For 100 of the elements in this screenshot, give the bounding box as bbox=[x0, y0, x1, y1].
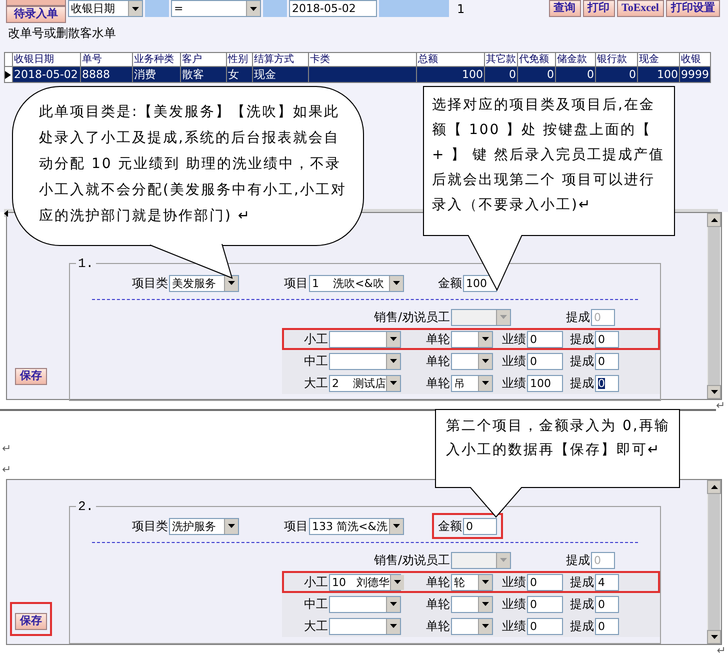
empty-field[interactable] bbox=[379, 0, 449, 17]
caret-icon bbox=[500, 558, 507, 562]
dropdown[interactable] bbox=[329, 596, 401, 612]
dropdown[interactable] bbox=[451, 352, 493, 370]
table-cell: 8888 bbox=[80, 66, 132, 82]
column-header[interactable]: 客户 bbox=[180, 52, 226, 66]
field-label: 提成 bbox=[565, 552, 591, 569]
column-header[interactable]: 银行款 bbox=[596, 52, 638, 66]
input-field[interactable]: 0 bbox=[595, 618, 619, 634]
dropdown[interactable] bbox=[451, 552, 511, 568]
dropdown[interactable]: 2 测试店 bbox=[329, 374, 401, 392]
empty-field[interactable] bbox=[145, 0, 169, 17]
dropdown[interactable]: 收银日期 bbox=[68, 0, 143, 17]
field-label: 中工 bbox=[303, 596, 329, 613]
input-field[interactable]: 0 bbox=[595, 374, 619, 392]
dropdown[interactable] bbox=[451, 330, 493, 348]
field-label: 销售/劝说员工 bbox=[372, 309, 451, 326]
column-header[interactable]: 性别 bbox=[226, 52, 252, 66]
toolbar-button[interactable]: 待录入单 bbox=[6, 6, 66, 23]
dropdown[interactable] bbox=[451, 596, 493, 612]
table-cell: 100 bbox=[638, 66, 680, 82]
toolbar-button[interactable]: 打印设置 bbox=[666, 0, 720, 17]
dropdown[interactable] bbox=[329, 330, 401, 348]
field-label: 业绩 bbox=[501, 574, 527, 591]
toolbar-button[interactable]: 保存 bbox=[15, 613, 47, 630]
field-label: 业绩 bbox=[501, 353, 527, 370]
dropdown[interactable]: 洗护服务 bbox=[169, 518, 239, 534]
input-field[interactable]: 0 bbox=[595, 352, 619, 370]
column-header[interactable]: 其它款 bbox=[484, 52, 518, 66]
input-field[interactable]: 0 bbox=[595, 330, 619, 348]
toolbar-button[interactable] bbox=[6, 0, 66, 6]
column-header[interactable]: 代免额 bbox=[518, 52, 556, 66]
column-header[interactable]: 业务种类 bbox=[132, 52, 180, 66]
input-field[interactable]: 4 bbox=[595, 574, 619, 590]
column-header[interactable]: 结算方式 bbox=[252, 52, 308, 66]
dropdown[interactable]: 1 洗吹<&吹 bbox=[309, 274, 404, 292]
field-label: 小工 bbox=[303, 331, 329, 348]
paragraph-mark: ↵ bbox=[2, 443, 12, 454]
toolbar-button[interactable]: 查询 bbox=[548, 0, 580, 17]
input-field[interactable]: 0 bbox=[527, 618, 563, 634]
input-field[interactable]: 0 bbox=[527, 596, 563, 612]
input-field[interactable]: 0 bbox=[527, 330, 563, 348]
dropdown[interactable]: 133 简洗<&洗 bbox=[309, 518, 404, 534]
column-header[interactable]: 现金 bbox=[638, 52, 680, 66]
dropdown[interactable] bbox=[329, 352, 401, 370]
column-header[interactable]: 卡类 bbox=[308, 52, 416, 66]
toolbar-button[interactable]: ToExcel bbox=[616, 0, 664, 17]
dropdown[interactable]: = bbox=[171, 0, 261, 17]
record-count: 1 bbox=[457, 1, 465, 15]
dropdown[interactable]: 10 刘德华 bbox=[329, 574, 401, 590]
input-field[interactable]: 0 bbox=[527, 352, 563, 370]
table-cell: 9999 bbox=[680, 66, 710, 82]
caret-icon bbox=[390, 602, 397, 606]
field-label: 项目类 bbox=[132, 275, 169, 292]
caret-icon bbox=[393, 524, 400, 528]
table-cell: 0 bbox=[556, 66, 596, 82]
field-label: 提成 bbox=[569, 574, 595, 591]
callout-tooltip: 选择对应的项目类及项目后,在金额【 100 】处 按键盘上面的【 + 】 键 然后录入完员工提成产值后就会出现第二个 项目可以进行录入（不要录入小工)↵ bbox=[423, 86, 675, 236]
row-pointer-icon bbox=[5, 70, 11, 78]
group-number: 1. bbox=[77, 257, 95, 270]
input-field[interactable]: 2018-05-02 bbox=[289, 0, 377, 17]
toolbar-button[interactable]: 保存 bbox=[15, 368, 47, 385]
dropdown[interactable]: 美发服务 bbox=[169, 274, 239, 292]
table-cell: 散客 bbox=[180, 66, 226, 82]
table-cell: 0 bbox=[484, 66, 518, 82]
callout-pointer-tooltip bbox=[469, 487, 523, 518]
dropdown[interactable] bbox=[451, 618, 493, 634]
field-label: 单轮 bbox=[425, 375, 451, 392]
field-label: 业绩 bbox=[501, 596, 527, 613]
vertical-scrollbar[interactable] bbox=[707, 213, 721, 399]
table-cell: 100 bbox=[416, 66, 484, 82]
vertical-scrollbar[interactable] bbox=[707, 480, 721, 644]
caret-icon bbox=[500, 315, 507, 319]
caret-icon bbox=[390, 624, 397, 628]
field-label: 提成 bbox=[569, 596, 595, 613]
column-header[interactable]: 收银 bbox=[680, 52, 710, 66]
field-label: 大工 bbox=[303, 375, 329, 392]
field-label: 提成 bbox=[569, 618, 595, 635]
column-header[interactable]: 储金款 bbox=[556, 52, 596, 66]
table-cell: 现金 bbox=[252, 66, 308, 82]
column-header[interactable]: 收银日期 bbox=[12, 52, 80, 66]
toolbar-button[interactable]: 打印 bbox=[582, 0, 614, 17]
dropdown[interactable]: 轮 bbox=[451, 574, 493, 590]
empty-field[interactable] bbox=[263, 0, 287, 17]
column-header[interactable]: 单号 bbox=[80, 52, 132, 66]
input-field[interactable]: 0 bbox=[463, 518, 497, 534]
dropdown[interactable] bbox=[329, 618, 401, 634]
dropdown[interactable] bbox=[451, 308, 511, 326]
field-label: 提成 bbox=[569, 331, 595, 348]
input-field[interactable]: 0 bbox=[595, 596, 619, 612]
table-row[interactable]: 2018-05-02 8888 消费 散客 女 现金 100 0 0 0 0 100 9999 bbox=[4, 66, 710, 82]
caret-icon bbox=[394, 580, 400, 584]
input-field[interactable]: 0 bbox=[527, 574, 563, 590]
caret-icon bbox=[482, 602, 489, 606]
field-label: 单轮 bbox=[425, 331, 451, 348]
column-header[interactable]: 总额 bbox=[416, 52, 484, 66]
input-field[interactable]: 100 bbox=[527, 374, 563, 392]
scroll-left-icon bbox=[4, 210, 8, 216]
scroll-down-icon bbox=[710, 635, 718, 639]
dropdown[interactable]: 吊 bbox=[451, 374, 493, 392]
